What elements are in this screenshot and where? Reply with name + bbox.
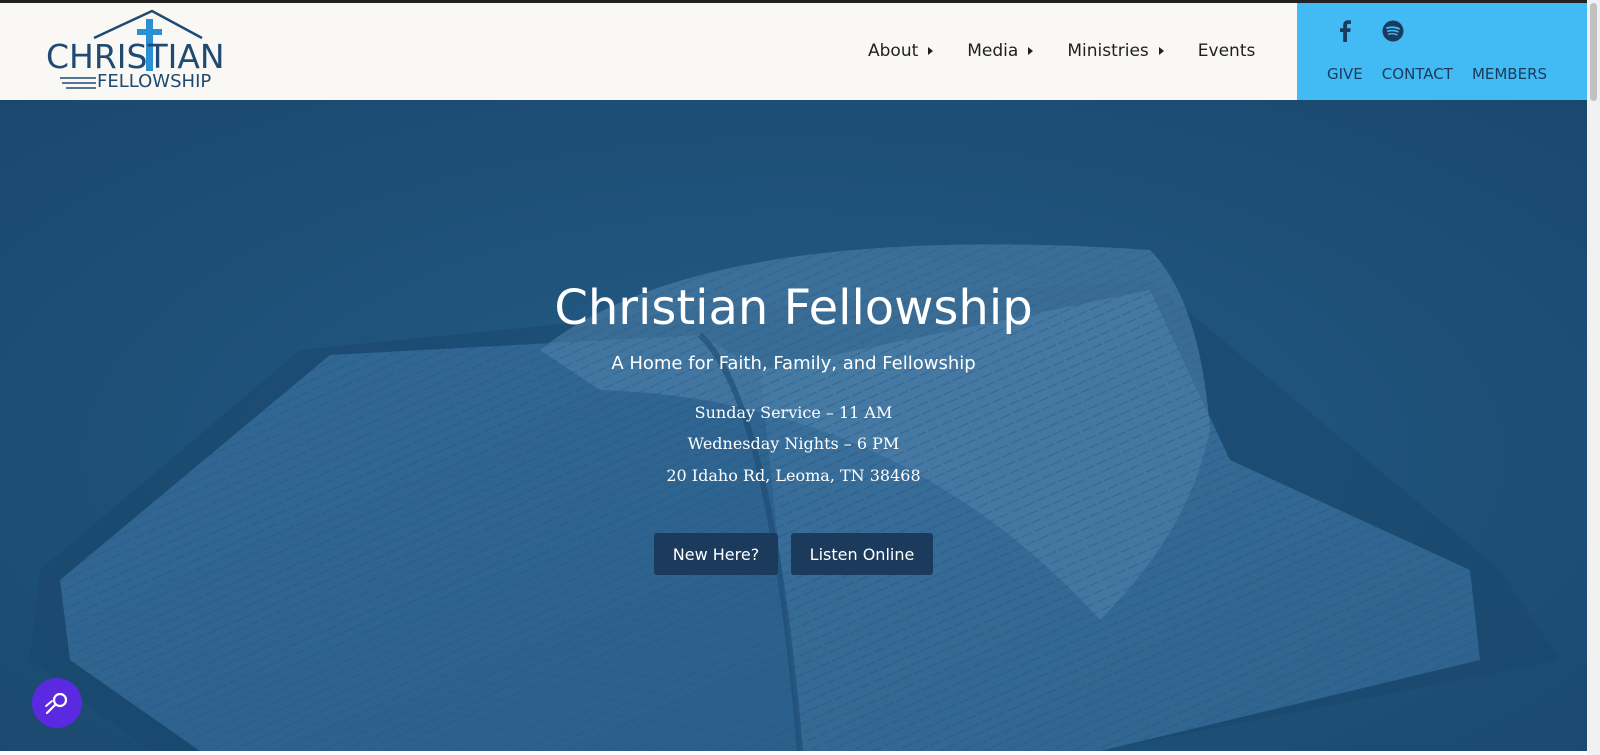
nav-item-label: Media — [967, 41, 1019, 61]
nav-item-about[interactable]: About — [868, 41, 934, 61]
accessibility-search-icon — [45, 692, 68, 715]
address-text: 20 Idaho Rd, Leoma, TN 38468 — [666, 466, 921, 485]
main-nav: About Media Ministries Events — [868, 41, 1289, 61]
hero-section: Christian Fellowship A Home for Faith, F… — [0, 100, 1587, 751]
caret-right-icon — [928, 47, 934, 55]
facebook-icon[interactable] — [1333, 19, 1357, 43]
nav-item-events[interactable]: Events — [1198, 41, 1256, 61]
scrollbar-thumb[interactable] — [1590, 3, 1597, 101]
utility-links: GIVE CONTACT MEMBERS — [1327, 65, 1566, 83]
bottom-strip — [0, 751, 1587, 755]
nav-item-ministries[interactable]: Ministries — [1067, 41, 1164, 61]
nav-item-media[interactable]: Media — [967, 41, 1034, 61]
new-here-button[interactable]: New Here? — [654, 533, 778, 575]
give-link[interactable]: GIVE — [1327, 65, 1363, 83]
hero-content: Christian Fellowship A Home for Faith, F… — [0, 100, 1587, 751]
hero-subtitle: A Home for Faith, Family, and Fellowship — [611, 353, 976, 374]
listen-online-button[interactable]: Listen Online — [791, 533, 933, 575]
wednesday-service-text: Wednesday Nights – 6 PM — [687, 434, 900, 453]
site-logo[interactable]: CHRISTIAN FELLOWSHIP — [44, 9, 225, 97]
members-link[interactable]: MEMBERS — [1472, 65, 1547, 83]
logo-text-fellowship: FELLOWSHIP — [97, 71, 212, 92]
nav-item-label: Ministries — [1067, 41, 1149, 61]
caret-right-icon — [1158, 47, 1164, 55]
nav-item-label: About — [868, 41, 919, 61]
header-side-panel: GIVE CONTACT MEMBERS — [1297, 3, 1587, 100]
logo-text-christian: CHRISTIAN — [46, 37, 225, 76]
sunday-service-text: Sunday Service – 11 AM — [694, 403, 893, 422]
hero-title: Christian Fellowship — [554, 280, 1033, 336]
page-scrollbar[interactable] — [1587, 0, 1600, 755]
social-links — [1333, 19, 1429, 43]
caret-right-icon — [1028, 47, 1034, 55]
nav-item-label: Events — [1197, 41, 1256, 61]
accessibility-button[interactable] — [32, 678, 82, 728]
contact-link[interactable]: CONTACT — [1382, 65, 1453, 83]
spotify-icon[interactable] — [1381, 19, 1405, 43]
